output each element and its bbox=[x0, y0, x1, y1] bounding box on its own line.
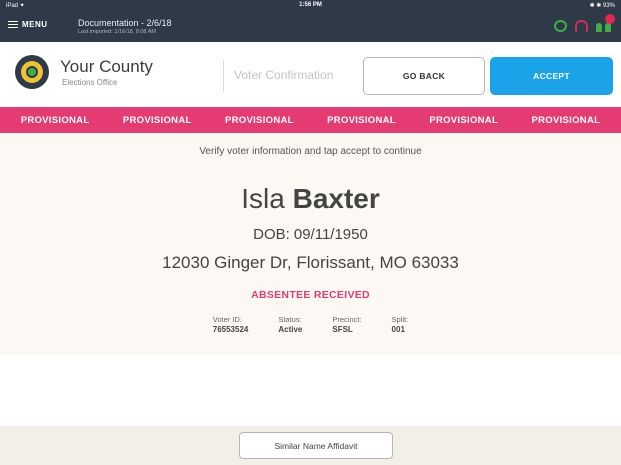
app-header: Your County Elections Office Voter Confi… bbox=[0, 42, 621, 107]
hamburger-icon bbox=[8, 21, 18, 28]
detail-split: Split: 001 bbox=[392, 315, 409, 334]
header-divider bbox=[223, 60, 224, 92]
document-subtitle: Last imported: 1/16/18, 8:08 AM bbox=[78, 29, 156, 35]
provisional-band: PROVISIONAL PROVISIONAL PROVISIONAL PROV… bbox=[0, 107, 621, 133]
absentee-status: ABSENTEE RECEIVED bbox=[251, 289, 370, 301]
status-bar: iPad ✦ 1:56 PM ✱ ✱ 93% bbox=[0, 2, 621, 12]
go-back-button[interactable]: GO BACK bbox=[363, 57, 485, 95]
detail-precinct: Precinct: SFSL bbox=[332, 315, 361, 334]
accept-button[interactable]: ACCEPT bbox=[490, 57, 613, 95]
footer-bar: Similar Name Affidavit bbox=[0, 426, 621, 465]
menu-label: MENU bbox=[22, 20, 48, 29]
detail-label: Precinct: bbox=[332, 315, 362, 324]
detail-label: Status: bbox=[278, 315, 302, 324]
provisional-label: PROVISIONAL bbox=[327, 114, 396, 126]
voter-last-name: Baxter bbox=[292, 183, 380, 214]
headset-icon[interactable] bbox=[575, 20, 588, 32]
detail-voter-id: Voter ID: 76553524 bbox=[213, 315, 249, 334]
detail-value: SFSL bbox=[332, 325, 353, 334]
provisional-label: PROVISIONAL bbox=[20, 114, 90, 126]
voter-info-panel: Verify voter information and tap accept … bbox=[0, 133, 621, 355]
instruction-text: Verify voter information and tap accept … bbox=[199, 146, 422, 157]
notification-badge bbox=[605, 14, 615, 24]
detail-label: Split: bbox=[391, 315, 409, 324]
county-subtitle: Elections Office bbox=[62, 78, 118, 87]
top-icons bbox=[554, 20, 611, 32]
sync-icon[interactable] bbox=[554, 20, 567, 32]
voter-dob: DOB: 09/11/1950 bbox=[0, 226, 621, 243]
provisional-label: PROVISIONAL bbox=[429, 114, 499, 126]
provisional-label: PROVISIONAL bbox=[225, 114, 294, 126]
top-bar: iPad ✦ 1:56 PM ✱ ✱ 93% MENU Documentatio… bbox=[0, 0, 621, 42]
county-name: Your County bbox=[60, 57, 153, 76]
county-logo-icon bbox=[15, 55, 49, 89]
menu-button[interactable]: MENU bbox=[8, 20, 48, 29]
detail-status: Status: Active bbox=[278, 315, 302, 334]
voter-first-name: Isla bbox=[241, 183, 285, 214]
dob-label: DOB: bbox=[253, 226, 290, 243]
detail-value: 76553524 bbox=[212, 325, 249, 334]
detail-label: Voter ID: bbox=[212, 315, 242, 324]
status-battery: ✱ ✱ 93% bbox=[589, 3, 615, 9]
provisional-label: PROVISIONAL bbox=[531, 114, 601, 126]
similar-name-affidavit-button[interactable]: Similar Name Affidavit bbox=[239, 432, 393, 459]
voter-address: 12030 Ginger Dr, Florissant, MO 63033 bbox=[162, 253, 459, 272]
dob-value: 09/11/1950 bbox=[293, 226, 368, 243]
detail-value: 001 bbox=[391, 325, 405, 334]
status-time: 1:56 PM bbox=[299, 2, 322, 8]
screen-title: Voter Confirmation bbox=[234, 68, 334, 82]
voter-details: Voter ID: 76553524 Status: Active Precin… bbox=[0, 315, 621, 334]
detail-value: Active bbox=[278, 325, 303, 334]
voter-name: Isla Baxter bbox=[0, 183, 621, 215]
provisional-label: PROVISIONAL bbox=[122, 114, 192, 126]
document-title: Documentation - 2/6/18 bbox=[78, 18, 172, 28]
